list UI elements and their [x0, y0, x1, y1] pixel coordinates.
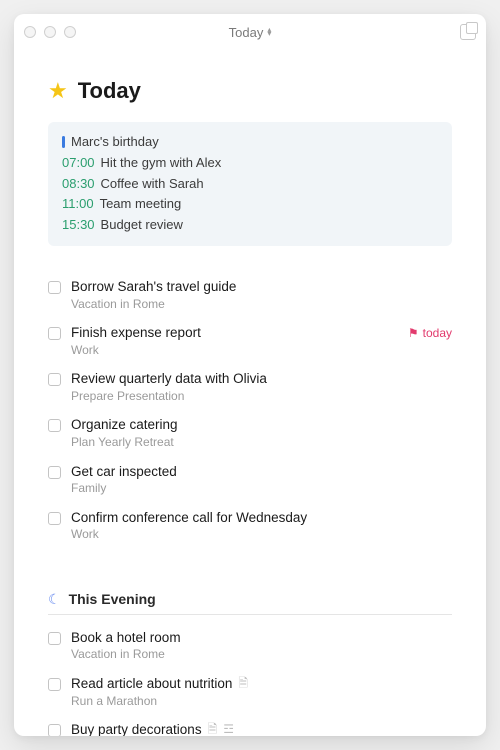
task-row[interactable]: Get car inspected Family	[48, 459, 452, 505]
window-title: Today	[229, 25, 264, 40]
event-title: Budget review	[101, 215, 183, 236]
task-row[interactable]: Read article about nutrition 🗎 Run a Mar…	[48, 671, 452, 717]
task-checkbox[interactable]	[48, 419, 61, 432]
task-title: Buy party decorations	[71, 721, 202, 736]
updown-chevron-icon: ▴▾	[267, 28, 271, 36]
window-zoom-button[interactable]	[64, 26, 76, 38]
jump-menu-button[interactable]: Today ▴▾	[229, 25, 272, 40]
event-title: Team meeting	[100, 194, 182, 215]
evening-heading: This Evening	[69, 591, 156, 607]
event-title: Marc's birthday	[71, 132, 159, 153]
task-title: Confirm conference call for Wednesday	[71, 509, 452, 527]
task-row[interactable]: Confirm conference call for Wednesday Wo…	[48, 505, 452, 551]
note-icon: 🗎	[238, 676, 248, 692]
task-checkbox[interactable]	[48, 281, 61, 294]
task-project: Vacation in Rome	[71, 297, 452, 313]
event-time: 07:00	[62, 153, 95, 174]
event-time: 11:00	[62, 194, 94, 215]
task-checkbox[interactable]	[48, 724, 61, 736]
task-checkbox[interactable]	[48, 512, 61, 525]
calendar-event: 15:30 Budget review	[62, 215, 438, 236]
today-task-list: Borrow Sarah's travel guide Vacation in …	[48, 274, 452, 551]
event-time: 08:30	[62, 174, 95, 195]
task-project: Run a Marathon	[71, 694, 452, 710]
window-controls	[24, 26, 76, 38]
event-time: 15:30	[62, 215, 95, 236]
task-project: Prepare Presentation	[71, 389, 452, 405]
event-allday-bar-icon	[62, 136, 65, 148]
new-window-button[interactable]	[460, 24, 476, 40]
task-project: Vacation in Rome	[71, 647, 452, 663]
task-title: Review quarterly data with Olivia	[71, 370, 452, 388]
checklist-icon: ☲	[223, 722, 234, 736]
calendar-event: 08:30 Coffee with Sarah	[62, 174, 438, 195]
task-row[interactable]: Buy party decorations 🗎 ☲ Throw Party fo…	[48, 717, 452, 736]
task-title: Finish expense report	[71, 324, 398, 342]
task-row[interactable]: Organize catering Plan Yearly Retreat	[48, 412, 452, 458]
content-area: ★ Today Marc's birthday 07:00 Hit the gy…	[14, 50, 486, 736]
page-title: Today	[78, 78, 141, 104]
window-minimize-button[interactable]	[44, 26, 56, 38]
task-row[interactable]: Review quarterly data with Olivia Prepar…	[48, 366, 452, 412]
task-checkbox[interactable]	[48, 632, 61, 645]
deadline-label: today	[423, 326, 452, 340]
task-title: Read article about nutrition	[71, 675, 232, 693]
calendar-event: Marc's birthday	[62, 132, 438, 153]
task-title: Book a hotel room	[71, 629, 452, 647]
calendar-events-box[interactable]: Marc's birthday 07:00 Hit the gym with A…	[48, 122, 452, 246]
task-row[interactable]: Finish expense report Work ⚑ today	[48, 320, 452, 366]
evening-task-list: Book a hotel room Vacation in Rome Read …	[48, 625, 452, 736]
task-row[interactable]: Borrow Sarah's travel guide Vacation in …	[48, 274, 452, 320]
task-project: Work	[71, 343, 398, 359]
task-checkbox[interactable]	[48, 373, 61, 386]
task-title: Borrow Sarah's travel guide	[71, 278, 452, 296]
calendar-event: 07:00 Hit the gym with Alex	[62, 153, 438, 174]
titlebar: Today ▴▾	[14, 14, 486, 50]
task-project: Work	[71, 527, 452, 543]
evening-section-header[interactable]: ☾ This Evening	[48, 591, 452, 615]
task-checkbox[interactable]	[48, 327, 61, 340]
page-header: ★ Today	[48, 78, 452, 104]
task-checkbox[interactable]	[48, 678, 61, 691]
event-title: Coffee with Sarah	[101, 174, 204, 195]
task-project: Family	[71, 481, 452, 497]
calendar-event: 11:00 Team meeting	[62, 194, 438, 215]
task-title: Organize catering	[71, 416, 452, 434]
task-checkbox[interactable]	[48, 466, 61, 479]
task-title: Get car inspected	[71, 463, 452, 481]
window-close-button[interactable]	[24, 26, 36, 38]
deadline-badge: ⚑ today	[408, 326, 452, 340]
task-project: Plan Yearly Retreat	[71, 435, 452, 451]
flag-icon: ⚑	[408, 326, 419, 340]
app-window: Today ▴▾ ★ Today Marc's birthday 07:00 H…	[14, 14, 486, 736]
star-icon: ★	[48, 78, 68, 104]
moon-icon: ☾	[48, 591, 61, 608]
note-icon: 🗎	[208, 722, 218, 736]
event-title: Hit the gym with Alex	[101, 153, 222, 174]
task-row[interactable]: Book a hotel room Vacation in Rome	[48, 625, 452, 671]
